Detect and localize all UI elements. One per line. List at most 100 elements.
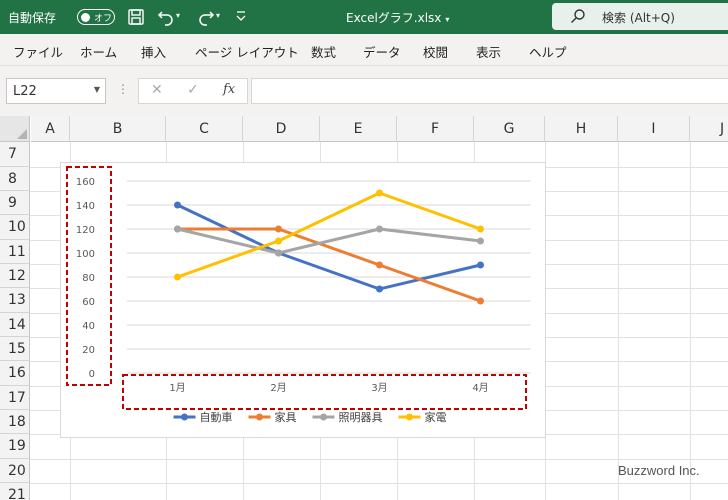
autosave-toggle[interactable]: オフ: [77, 9, 115, 25]
undo-icon[interactable]: [156, 7, 176, 27]
tab-review[interactable]: 校閲: [423, 42, 448, 61]
data-point: [477, 261, 484, 269]
legend-marker: [320, 413, 327, 421]
column-header-h[interactable]: H: [545, 116, 618, 142]
row-header-13[interactable]: 13: [0, 288, 30, 313]
column-header-i[interactable]: I: [618, 116, 690, 142]
tab-home[interactable]: ホーム: [80, 42, 117, 61]
name-box-value: L22: [13, 84, 37, 99]
cancel-icon[interactable]: ✕: [151, 82, 163, 98]
row-header-10[interactable]: 10: [0, 215, 30, 240]
row-header-20[interactable]: 20: [0, 459, 30, 483]
column-header-e[interactable]: E: [320, 116, 397, 142]
row-header-21[interactable]: 21: [0, 483, 30, 500]
save-icon[interactable]: [126, 7, 146, 27]
select-all-button[interactable]: [0, 116, 30, 142]
gridline: [690, 142, 691, 500]
x-tick-label: 1月: [169, 382, 185, 394]
gridline: [30, 483, 728, 484]
watermark: Buzzword Inc.: [618, 463, 700, 478]
search-box[interactable]: 検索 (Alt+Q): [552, 3, 728, 30]
row-header-17[interactable]: 17: [0, 386, 30, 410]
legend-label: 家具: [275, 410, 297, 424]
tab-data[interactable]: データ: [363, 42, 401, 61]
gridline: [618, 142, 619, 500]
data-point: [477, 225, 484, 233]
formula-tools: ✕ ✓ fx: [138, 78, 248, 104]
data-point: [376, 261, 383, 269]
column-header-a[interactable]: A: [31, 116, 70, 142]
name-box[interactable]: L22 ▼: [6, 78, 106, 104]
search-placeholder: 検索 (Alt+Q): [602, 11, 675, 25]
redo-icon[interactable]: [196, 7, 216, 27]
tab-formulas[interactable]: 数式: [311, 42, 336, 61]
autosave-label: 自動保存: [8, 11, 57, 25]
row-header-9[interactable]: 9: [0, 191, 30, 215]
file-name: Excelグラフ.xlsx: [346, 11, 442, 25]
row-header-7[interactable]: 7: [0, 142, 30, 167]
row-header-11[interactable]: 11: [0, 240, 30, 264]
x-tick-label: 3月: [371, 382, 387, 394]
legend-marker: [256, 413, 263, 421]
row-header-8[interactable]: 8: [0, 167, 30, 191]
y-tick-label: 140: [76, 201, 95, 212]
excel-window: 自動保存 オフ ▾ ▾ Excelグラフ.xlsx ▾ 検索 (Alt+Q) ファ…: [0, 0, 728, 500]
y-tick-label: 60: [82, 297, 95, 308]
row-header-14[interactable]: 14: [0, 313, 30, 337]
more-icon[interactable]: ⋮: [117, 82, 129, 96]
worksheet-grid[interactable]: A B C D E F G H I J 7 8 9 10 11 12 13 14…: [0, 116, 728, 500]
insert-function-icon[interactable]: fx: [223, 82, 235, 97]
data-point: [376, 225, 383, 233]
gridline: [30, 459, 728, 460]
y-tick-label: 20: [82, 345, 95, 356]
legend-marker: [181, 413, 188, 421]
row-header-19[interactable]: 19: [0, 434, 30, 459]
tab-view[interactable]: 表示: [476, 42, 501, 61]
data-point: [174, 273, 181, 281]
data-point: [275, 249, 282, 257]
y-tick-label: 0: [89, 369, 95, 380]
y-tick-label: 40: [82, 321, 95, 332]
y-tick-label: 80: [82, 273, 95, 284]
data-point: [376, 285, 383, 293]
tab-help[interactable]: ヘルプ: [529, 42, 567, 61]
autosave-state: オフ: [94, 14, 113, 24]
chart-canvas: 0 20 40 60 80 100 120 140 160 1月 2月 3月 4月自動車 家具 照明器具 家電: [66, 166, 531, 424]
data-point: [174, 225, 181, 233]
data-point: [376, 189, 383, 197]
y-tick-label: 120: [76, 225, 95, 236]
chevron-down-icon[interactable]: ▼: [94, 85, 100, 94]
tab-insert[interactable]: 挿入: [141, 42, 166, 61]
column-header-c[interactable]: C: [166, 116, 243, 142]
formula-input[interactable]: [251, 78, 728, 104]
customize-toolbar-icon[interactable]: [234, 8, 254, 28]
enter-icon[interactable]: ✓: [187, 82, 199, 98]
x-tick-label: 4月: [472, 382, 488, 394]
redo-dropdown-icon[interactable]: ▾: [216, 11, 226, 31]
column-header-g[interactable]: G: [474, 116, 545, 142]
data-point: [275, 225, 282, 233]
row-header-18[interactable]: 18: [0, 410, 30, 434]
search-icon: [570, 8, 586, 24]
select-all-triangle-icon: [17, 129, 27, 139]
row-header-15[interactable]: 15: [0, 337, 30, 361]
ribbon-tabs: ファイル ホーム 挿入 ページ レイアウト 数式 データ 校閲 表示 ヘルプ: [0, 34, 728, 66]
undo-dropdown-icon[interactable]: ▾: [176, 11, 186, 31]
chevron-down-icon: ▾: [445, 15, 450, 24]
line-chart[interactable]: 0 20 40 60 80 100 120 140 160 1月 2月 3月 4月 自動車 家具 照明器具 家電: [60, 162, 546, 438]
y-tick-label: 160: [76, 177, 95, 188]
column-header-d[interactable]: D: [243, 116, 320, 142]
column-header-j[interactable]: J: [690, 116, 728, 142]
toggle-knob: [81, 12, 90, 22]
column-header-b[interactable]: B: [70, 116, 166, 142]
tab-file[interactable]: ファイル: [13, 42, 63, 61]
legend-label: 照明器具: [339, 411, 383, 424]
column-header-f[interactable]: F: [397, 116, 474, 142]
series-line: [176, 227, 482, 255]
y-tick-label: 100: [76, 249, 95, 260]
title-bar: 自動保存 オフ ▾ ▾ Excelグラフ.xlsx ▾ 検索 (Alt+Q): [0, 0, 728, 34]
row-header-12[interactable]: 12: [0, 264, 30, 288]
row-header-16[interactable]: 16: [0, 361, 30, 386]
file-title[interactable]: Excelグラフ.xlsx ▾: [346, 9, 449, 26]
tab-page-layout[interactable]: ページ レイアウト: [195, 42, 299, 61]
